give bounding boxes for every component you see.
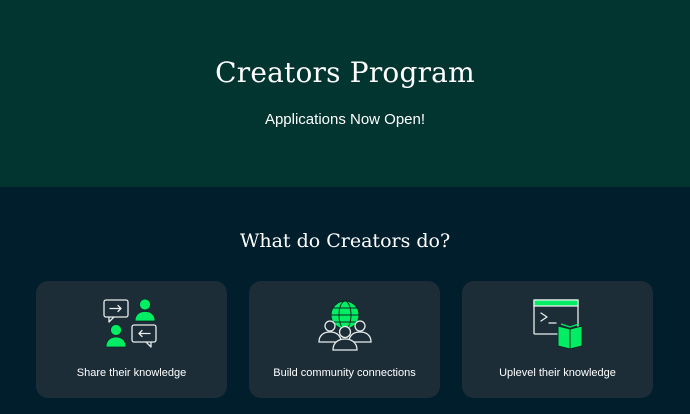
hero-banner: Creators Program Applications Now Open! [0,0,690,187]
people-chat-icon [102,298,157,348]
card-label: Build community connections [273,367,416,379]
creators-section: What do Creators do? Share their knowled… [0,187,690,414]
card-uplevel-knowledge: Uplevel their knowledge [462,281,653,398]
card-community-connections: Build community connections [249,281,440,398]
card-share-knowledge: Share their knowledge [36,281,227,398]
hero-title: Creators Program [215,56,475,89]
community-globe-icon [317,300,372,351]
terminal-book-icon [532,299,582,350]
card-label: Share their knowledge [76,367,187,379]
hero-subtitle: Applications Now Open! [264,111,426,128]
section-title: What do Creators do? [239,230,451,252]
card-label: Uplevel their knowledge [499,367,616,379]
